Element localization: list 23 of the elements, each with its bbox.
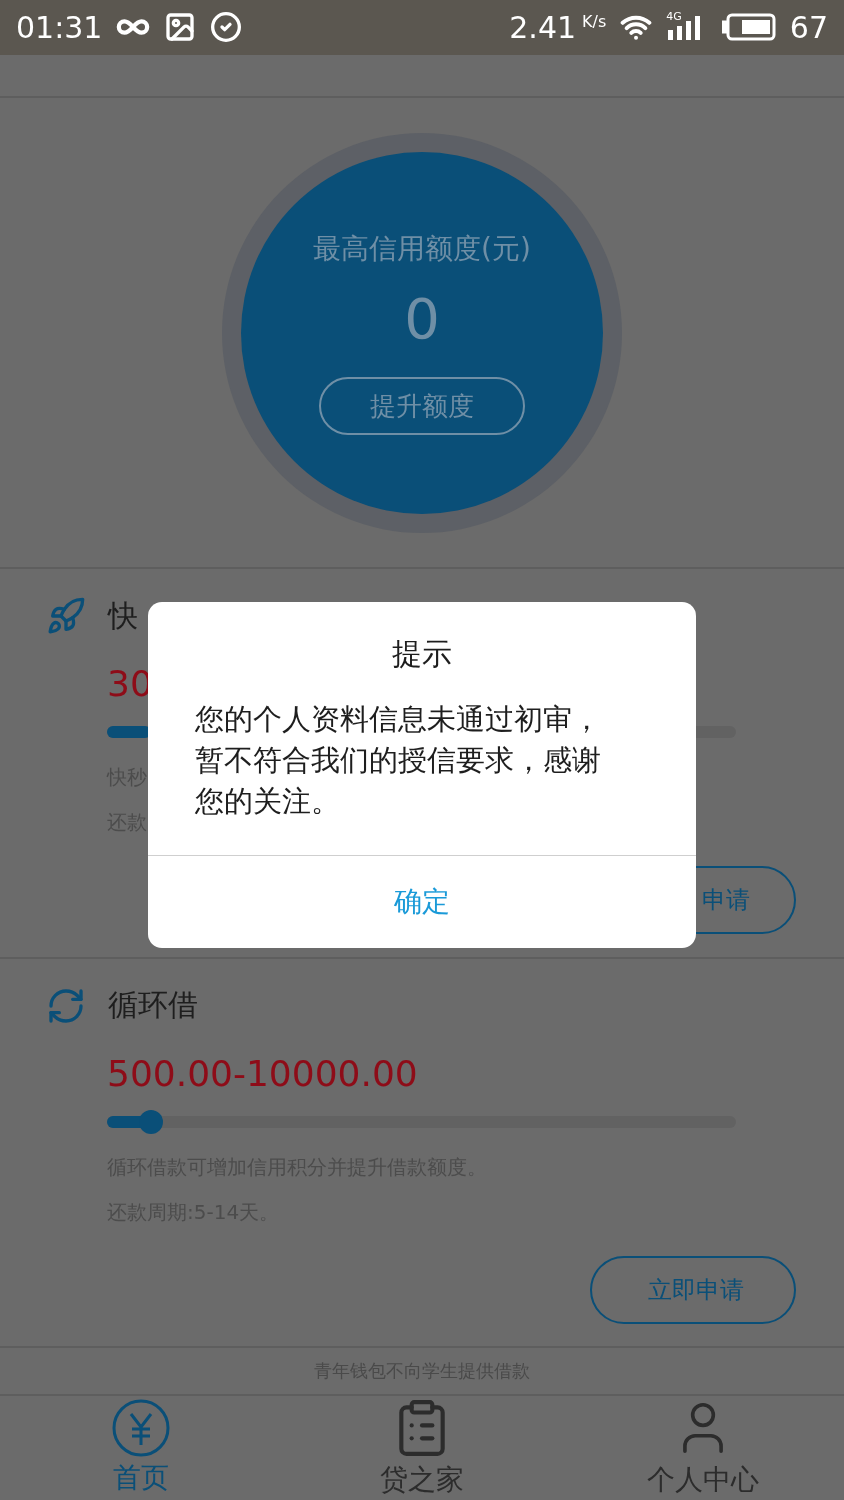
check-circle-icon	[210, 11, 243, 44]
dialog-message: 您的个人资料信息未通过初审，暂不符合我们的授信要求，感谢您的关注。	[195, 701, 602, 820]
nav-tab[interactable]: 首页	[0, 1396, 282, 1500]
credit-title: 最高信用额度(元)	[313, 231, 531, 268]
network-type: 4G	[666, 10, 682, 23]
confirm-button[interactable]: 确定	[148, 855, 696, 948]
nav-tab[interactable]: 个人中心	[562, 1396, 844, 1500]
product-title: 循环借	[108, 986, 198, 1025]
status-time: 01:31	[16, 9, 103, 45]
speed-unit: K/s	[582, 12, 607, 31]
raise-limit-button[interactable]: 提升额度	[319, 377, 525, 436]
slider-thumb[interactable]	[139, 1109, 163, 1134]
product-title: 快	[108, 596, 138, 635]
apply-button[interactable]: 立即申请	[590, 1255, 796, 1324]
battery-level: 67	[789, 9, 828, 45]
credit-amount: 0	[404, 286, 440, 352]
battery-icon	[721, 13, 776, 42]
network-speed: 2.41	[509, 9, 577, 45]
image-icon	[164, 11, 197, 44]
yen-coin-icon	[111, 1399, 170, 1457]
dialog-title: 提示	[391, 635, 453, 673]
nav-tab[interactable]: 贷之家	[281, 1396, 563, 1500]
amount-range: 500.00-10000.00	[107, 1052, 419, 1094]
